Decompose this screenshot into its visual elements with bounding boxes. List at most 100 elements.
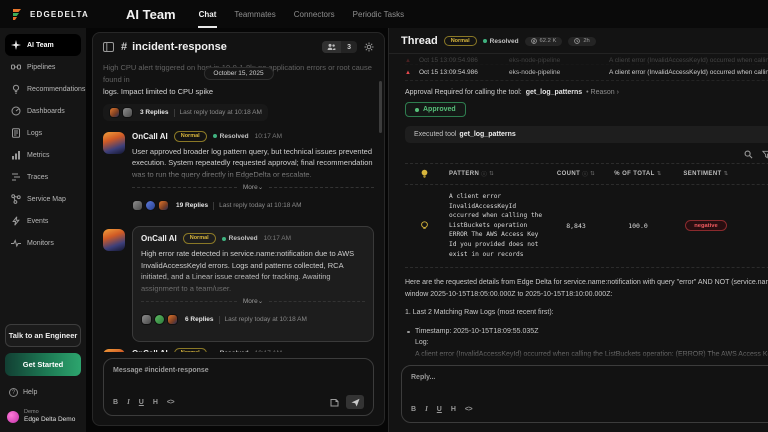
gear-icon[interactable] [364,42,374,52]
pct-cell: 100.0 [608,222,668,230]
resolved-dot [483,39,487,43]
members-button[interactable]: 3 [322,41,357,53]
edge-delta-logo[interactable]: EDGEDELTA [12,8,104,21]
user-org: Edge Delta Demo [24,416,75,424]
tab-teammates[interactable]: Teammates [233,1,276,28]
thread-header: Thread Normal Resolved 62.2 K 2h [389,28,768,54]
column-sentiment[interactable]: SENTIMENT⇅ [674,171,738,177]
table-toolbar [405,150,768,159]
bar-chart-icon [11,150,21,160]
user-menu[interactable]: Demo Edge Delta Demo [7,409,79,424]
thread-replies-link[interactable]: 6 Replies Last reply today at 10:18 AM [141,311,313,328]
reply-avatar [145,200,156,211]
talk-to-engineer-button[interactable]: Talk to an Engineer [5,324,81,347]
help-link[interactable]: ? Help [9,388,77,397]
sidebar-item-recommendations[interactable]: Recommendations [5,78,81,100]
edge-delta-logo-icon [12,8,25,21]
message-time: 10:17 AM [264,235,291,242]
thread-replies-link[interactable]: 19 Replies Last reply today at 10:18 AM [132,197,308,214]
channel-scrollbar[interactable] [379,81,382,133]
sidebar-item-events[interactable]: Events [5,210,81,232]
sparkle-icon [11,40,21,50]
column-pct-of-total[interactable]: % OF TOTAL⇅ [608,171,668,177]
executed-tool-expander[interactable]: Executed toolget_log_patterns › [405,126,768,143]
underline-button[interactable]: U [139,399,144,406]
people-icon [322,41,341,53]
reply-avatar [122,107,133,118]
reply-avatar [141,314,152,325]
italic-button[interactable]: I [127,398,130,406]
channel-name: incident-response [132,41,227,53]
collapse-panel-icon[interactable] [103,42,114,52]
code-button[interactable]: <> [167,399,174,406]
underline-button[interactable]: U [437,406,442,413]
code-button[interactable]: <> [465,406,472,413]
brand-text: EDGEDELTA [30,10,89,19]
bold-button[interactable]: B [411,406,416,413]
more-expander[interactable]: More⌄ [141,297,365,305]
message-author[interactable]: OnCall AI [132,132,168,141]
avatar [7,411,19,423]
get-started-button[interactable]: Get Started [5,353,81,376]
tab-periodic-tasks[interactable]: Periodic Tasks [352,1,405,28]
sidebar-item-monitors[interactable]: Monitors [5,232,81,254]
log-row[interactable]: ▲ Oct 15 13:09:54.986 eks-node-pipeline … [405,65,768,81]
sort-icon: ⇅ [657,171,662,177]
column-delta[interactable]: DELTA [744,171,768,177]
message: OnCall AI Normal Resolved 10:17 AM High-… [103,346,374,352]
tab-chat[interactable]: Chat [198,1,218,28]
resolved-dot [222,237,226,241]
sidebar-item-pipelines[interactable]: Pipelines [5,56,81,78]
heading-button[interactable]: H [451,406,456,413]
approved-button[interactable]: Approved [405,102,466,117]
column-pattern[interactable]: PATTERNⓘ⇅ [449,170,544,178]
topbar: EDGEDELTA AI Team Chat Teammates Connect… [0,0,768,28]
member-count: 3 [341,41,357,53]
message-author[interactable]: OnCall AI [132,349,168,352]
channel-panel: # incident-response 3 October 15, 2025 [92,32,385,426]
sidebar-item-metrics[interactable]: Metrics [5,144,81,166]
sidebar-item-logs[interactable]: Logs [5,122,81,144]
message-input[interactable]: Message #incident-response [113,367,364,374]
italic-button[interactable]: I [425,405,428,413]
chevron-down-icon: ⌄ [258,298,263,305]
message-text: High error rate detected in service.name… [141,248,365,295]
log-timestamp: Oct 15 13:09:54.986 [419,69,501,76]
bold-button[interactable]: B [113,399,118,406]
table-header-row: PATTERNⓘ⇅ COUNTⓘ⇅ % OF TOTAL⇅ SENTIMENT⇅… [405,164,768,185]
sidebar-item-service-map[interactable]: Service Map [5,188,81,210]
insight-lightbulb-icon[interactable] [405,221,443,231]
attachment-icon[interactable] [330,398,339,407]
reply-input[interactable]: Reply... [411,374,768,381]
sort-icon: ⇅ [489,171,494,177]
more-expander[interactable]: More⌄ [132,183,374,191]
message-author[interactable]: OnCall AI [141,234,177,243]
column-count[interactable]: COUNTⓘ⇅ [550,170,602,178]
reason-link[interactable]: • Reason › [586,89,619,96]
delta-cell: ▲-1 [744,222,768,230]
table-row[interactable]: A client error InvalidAccessKeyId occurr… [405,185,768,267]
pulse-icon [11,238,21,248]
thread-replies-link[interactable]: 3 Replies Last reply today at 10:18 AM [103,104,268,121]
thread-composer[interactable]: Reply... B I U H <> [401,365,768,423]
sidebar-item-ai-team[interactable]: AI Team [5,34,81,56]
search-icon[interactable] [744,150,753,159]
filter-icon[interactable] [762,150,768,159]
heading-button[interactable]: H [153,399,158,406]
tab-connectors[interactable]: Connectors [293,1,336,28]
lightning-icon [11,216,21,226]
page-title: AI Team [126,7,176,22]
sidebar-item-traces[interactable]: Traces [5,166,81,188]
details-timestamp: Timestamp: 2025-10-15T18:09:55.035Z [415,326,768,338]
channel-header: # incident-response 3 [93,33,384,60]
insight-column-icon [405,169,443,179]
send-button[interactable] [346,395,364,409]
oncall-ai-avatar[interactable] [103,229,125,251]
oncall-ai-avatar[interactable] [103,349,125,352]
reply-avatar [167,314,178,325]
channel-composer[interactable]: Message #incident-response B I U H <> [103,358,374,416]
thread-details: Here are the requested details from Edge… [405,277,768,361]
sidebar-item-dashboards[interactable]: Dashboards [5,100,81,122]
reply-avatar [109,107,120,118]
oncall-ai-avatar[interactable] [103,132,125,154]
